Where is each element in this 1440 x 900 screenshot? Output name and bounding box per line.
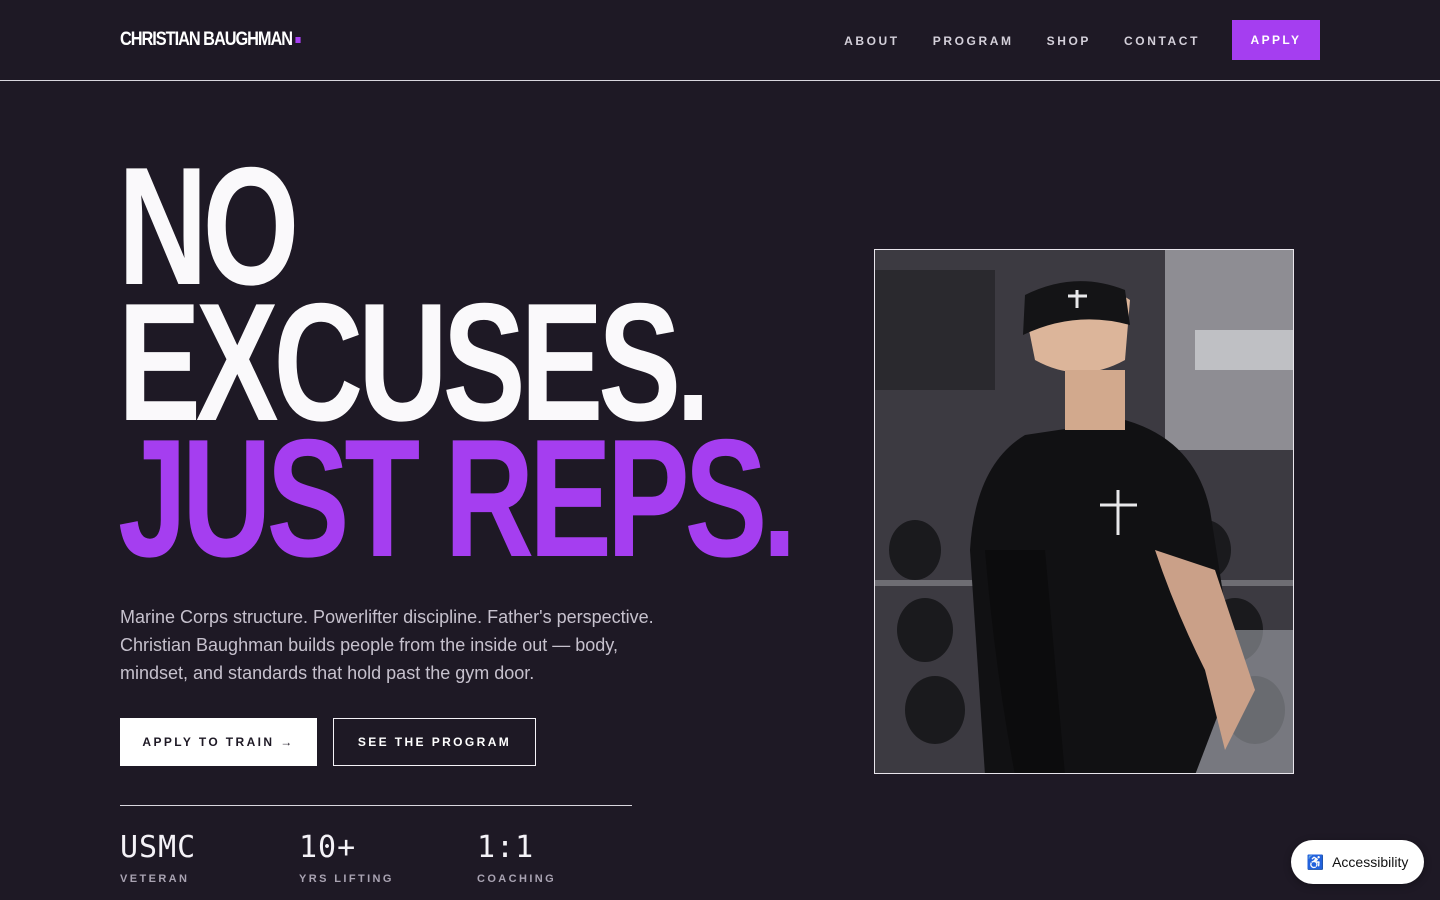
stat-value: USMC bbox=[120, 830, 197, 865]
stat-years: 10+ YRS LIFTING bbox=[299, 830, 394, 885]
stat-usmc: USMC VETERAN bbox=[120, 830, 196, 885]
stat-label: YRS LIFTING bbox=[299, 873, 394, 885]
stat-value: 1:1 bbox=[477, 830, 535, 865]
nav-link-contact[interactable]: CONTACT bbox=[1124, 34, 1200, 48]
nav-link-shop[interactable]: SHOP bbox=[1047, 34, 1091, 48]
nav-link-about[interactable]: ABOUT bbox=[844, 34, 900, 48]
logo-dot bbox=[295, 36, 301, 43]
site-logo[interactable]: CHRISTIAN BAUGHMAN bbox=[120, 29, 301, 51]
see-program-button[interactable]: SEE THE PROGRAM bbox=[333, 718, 536, 766]
stat-label: VETERAN bbox=[120, 873, 190, 885]
nav-links: ABOUT PROGRAM SHOP CONTACT bbox=[844, 34, 1200, 48]
stat-value: 10+ bbox=[299, 830, 357, 865]
stats-divider bbox=[120, 805, 632, 806]
hero-subtitle: Marine Corps structure. Powerlifter disc… bbox=[120, 607, 654, 683]
apply-button[interactable]: APPLY bbox=[1232, 20, 1320, 60]
headline-line-3: JUST REPS. bbox=[118, 404, 797, 592]
top-nav: CHRISTIAN BAUGHMAN ABOUT PROGRAM SHOP CO… bbox=[0, 0, 1440, 81]
athlete-photo-illustration bbox=[875, 250, 1293, 773]
accessibility-label: Accessibility bbox=[1332, 854, 1409, 870]
logo-text: CHRISTIAN BAUGHMAN bbox=[120, 29, 293, 50]
accessibility-icon: ♿ bbox=[1306, 853, 1325, 870]
nav-link-program[interactable]: PROGRAM bbox=[933, 34, 1014, 48]
stat-label: COACHING bbox=[477, 873, 557, 885]
hero-headline: NO EXCUSES. JUST REPS. bbox=[118, 142, 797, 592]
apply-to-train-button[interactable]: APPLY TO TRAIN → bbox=[120, 718, 317, 766]
accessibility-button[interactable]: ♿ Accessibility bbox=[1291, 840, 1424, 884]
stat-coaching: 1:1 COACHING bbox=[477, 830, 556, 885]
hero-photo bbox=[874, 249, 1294, 774]
